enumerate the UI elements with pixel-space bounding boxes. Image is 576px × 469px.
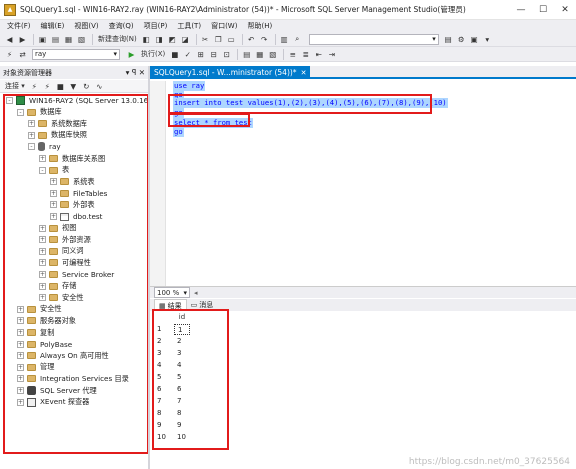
- menu-help[interactable]: 帮助(H): [242, 21, 277, 31]
- find-in-files-icon[interactable]: ⌕: [292, 33, 303, 45]
- undo-icon[interactable]: ↶: [246, 33, 257, 45]
- disconnect-icon[interactable]: ⚡: [42, 80, 53, 92]
- annotation-box-results: [152, 309, 229, 450]
- annotation-box-select: [168, 113, 250, 127]
- redo-icon[interactable]: ↷: [259, 33, 270, 45]
- ssms-app-icon: ▲: [4, 3, 16, 16]
- title-bar: ▲ SQLQuery1.sql - WIN16-RAY2.ray (WIN16-…: [0, 0, 576, 20]
- menu-project[interactable]: 项目(P): [139, 21, 173, 31]
- new-project-icon[interactable]: ▣: [37, 33, 48, 45]
- mdx-query-icon[interactable]: ◩: [167, 33, 178, 45]
- menu-view[interactable]: 视图(V): [69, 21, 103, 31]
- results-grid: id 1 1 2 2 3 3 4 4 5 5 6 6 7 7 8 8 9 9 10 10: [150, 309, 576, 469]
- annotation-box-tree: [3, 94, 149, 454]
- change-connection-icon[interactable]: ⇄: [17, 48, 28, 60]
- decrease-indent-icon[interactable]: ⇤: [313, 48, 324, 60]
- sql-editor-toolbar: ⚡ ⇄ ray ▾ ▶ 执行(X) ■ ✓ ⊞ ⊟ ⊡ ▤ ▦ ▧ ≡ ≣ ⇤ ⇥: [0, 47, 576, 62]
- new-query-button[interactable]: 新建查询(N): [96, 33, 139, 45]
- cancel-query-icon[interactable]: ■: [169, 48, 180, 60]
- database-select[interactable]: ray ▾: [32, 48, 120, 60]
- message-icon: ▭: [190, 301, 198, 309]
- comment-icon[interactable]: ≡: [287, 48, 298, 60]
- scroll-left-icon[interactable]: ◂: [194, 289, 198, 297]
- tab-title: SQLQuery1.sql - W...ministrator (54))*: [154, 68, 297, 77]
- toolbar-divider: [241, 33, 243, 45]
- standard-toolbar: ◀ ▶ ▣ ▤ ▦ ▧ 新建查询(N) ◧ ◨ ◩ ◪ ✂ ❐ ▭ ↶ ↷ ▥ …: [0, 32, 576, 47]
- properties-icon[interactable]: ▤: [443, 33, 454, 45]
- menu-edit[interactable]: 编辑(E): [36, 21, 70, 31]
- results-to-file-icon[interactable]: ▧: [267, 48, 278, 60]
- document-tab-bar: SQLQuery1.sql - W...ministrator (54))* ✕: [150, 66, 576, 79]
- save-icon[interactable]: ▦: [63, 33, 74, 45]
- toolbar-divider: [274, 33, 276, 45]
- minimize-button[interactable]: —: [510, 0, 532, 20]
- toolbar-divider: [33, 33, 34, 45]
- annotation-box-insert: [168, 94, 432, 114]
- menu-window[interactable]: 窗口(W): [206, 21, 242, 31]
- zoom-bar: 100 % ▾ ◂: [150, 286, 576, 298]
- toolbar-divider: [195, 33, 197, 45]
- panel-controls[interactable]: ▾ ꟼ ✕: [126, 68, 145, 77]
- back-icon[interactable]: ◀: [4, 33, 15, 45]
- menu-file[interactable]: 文件(F): [2, 21, 36, 31]
- tab-sqlquery1[interactable]: SQLQuery1.sql - W...ministrator (54))* ✕: [150, 66, 311, 79]
- activity-monitor-icon[interactable]: ▥: [279, 33, 290, 45]
- object-explorer-icon[interactable]: ⚙: [456, 33, 467, 45]
- watermark-text: https://blog.csdn.net/m0_37625564: [408, 457, 570, 467]
- save-all-icon[interactable]: ▧: [76, 33, 87, 45]
- maximize-button[interactable]: ☐: [532, 0, 554, 20]
- close-tab-icon[interactable]: ✕: [301, 69, 307, 77]
- find-combo[interactable]: ▾: [308, 33, 439, 45]
- stop-icon[interactable]: ■: [55, 80, 66, 92]
- menu-tools[interactable]: 工具(T): [172, 21, 206, 31]
- toolbar-divider: [237, 48, 239, 60]
- paste-icon[interactable]: ▭: [226, 33, 237, 45]
- activity-icon[interactable]: ∿: [94, 80, 105, 92]
- forward-icon[interactable]: ▶: [17, 33, 28, 45]
- object-explorer-header: 对象资源管理器 ▾ ꟼ ✕: [0, 66, 148, 79]
- open-file-icon[interactable]: ▤: [50, 33, 61, 45]
- object-explorer-toolbar: 连接 ▾ ⚡ ⚡ ■ ▼ ↻ ∿: [0, 80, 148, 93]
- execute-button[interactable]: 执行(X): [139, 48, 167, 60]
- query-designer-icon[interactable]: ⊟: [208, 48, 219, 60]
- results-to-grid-icon[interactable]: ▦: [254, 48, 265, 60]
- uncomment-icon[interactable]: ≣: [300, 48, 311, 60]
- increase-indent-icon[interactable]: ⇥: [326, 48, 337, 60]
- cut-icon[interactable]: ✂: [200, 33, 211, 45]
- close-window-button[interactable]: ✕: [554, 0, 576, 20]
- results-to-text-icon[interactable]: ▤: [241, 48, 252, 60]
- menu-bar: 文件(F) 编辑(E) 视图(V) 查询(Q) 项目(P) 工具(T) 窗口(W…: [0, 20, 576, 32]
- analysis-query-icon[interactable]: ◨: [154, 33, 165, 45]
- copy-icon[interactable]: ❐: [213, 33, 224, 45]
- toolbar-divider: [283, 48, 285, 60]
- editor-margin: [150, 81, 166, 286]
- object-explorer-title: 对象资源管理器: [3, 68, 52, 77]
- intellisense-icon[interactable]: ⊡: [221, 48, 232, 60]
- menu-query[interactable]: 查询(Q): [104, 21, 139, 31]
- filter-icon[interactable]: ▼: [68, 80, 79, 92]
- parse-icon[interactable]: ✓: [182, 48, 193, 60]
- window-title: SQLQuery1.sql - WIN16-RAY2.ray (WIN16-RA…: [20, 5, 466, 14]
- execute-icon[interactable]: ▶: [126, 48, 137, 60]
- toolbar-divider: [92, 33, 93, 45]
- toolbox-icon[interactable]: ▣: [469, 33, 480, 45]
- connect-object-icon[interactable]: ⚡: [29, 80, 40, 92]
- connect-dropdown[interactable]: 连接 ▾: [3, 80, 27, 92]
- customize-icon[interactable]: ▾: [482, 33, 493, 45]
- connect-icon[interactable]: ⚡: [4, 48, 15, 60]
- estimated-plan-icon[interactable]: ⊞: [195, 48, 206, 60]
- database-engine-query-icon[interactable]: ◧: [141, 33, 152, 45]
- dmx-query-icon[interactable]: ◪: [180, 33, 191, 45]
- code-line[interactable]: go: [173, 127, 184, 137]
- sql-editor[interactable]: use ray go insert into test values(1),(2…: [150, 81, 576, 286]
- refresh-icon[interactable]: ↻: [81, 80, 92, 92]
- zoom-select[interactable]: 100 % ▾: [154, 287, 190, 298]
